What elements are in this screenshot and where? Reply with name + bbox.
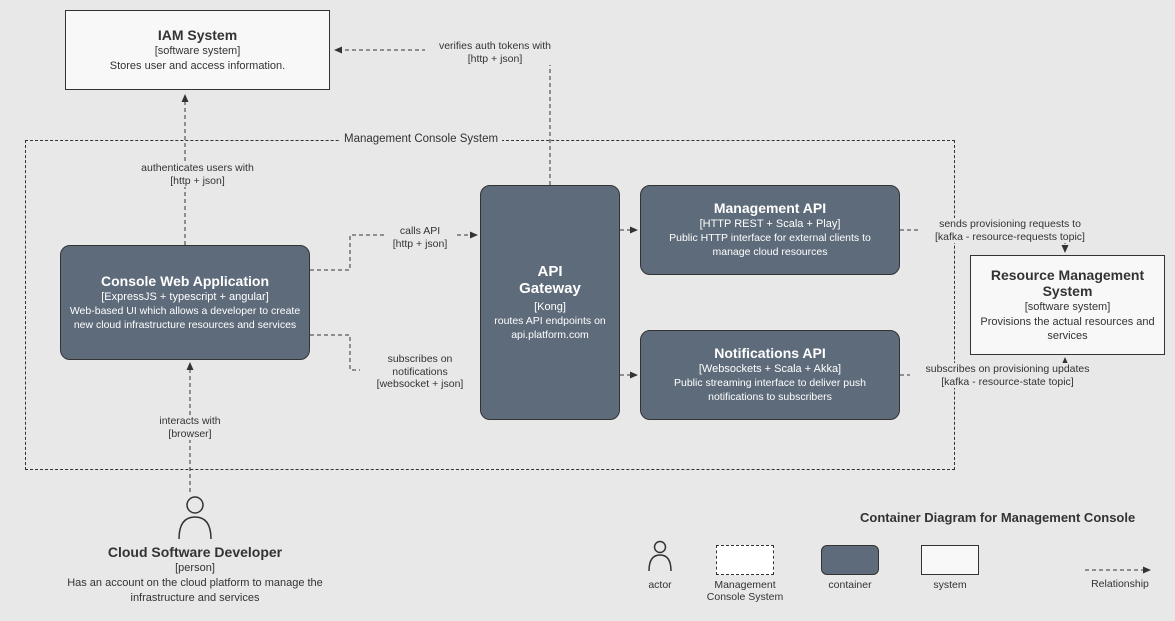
iam-desc: Stores user and access information. — [110, 59, 285, 73]
boundary-label: Management Console System — [340, 133, 502, 145]
rms-title: Resource ManagementSystem — [991, 267, 1144, 299]
iam-system-box: IAM System [software system] Stores user… — [65, 10, 330, 90]
gateway-subtype: [Kong] — [534, 301, 566, 313]
rms-subtype: [software system] — [1025, 301, 1111, 313]
actor-title: Cloud Software Developer — [108, 544, 282, 560]
edge-verify-label: verifies auth tokens with[http + json] — [425, 40, 565, 65]
rms-desc: Provisions the actual resources and serv… — [979, 315, 1156, 344]
actor-icon — [175, 495, 215, 540]
notifapi-desc: Public streaming interface to deliver pu… — [649, 377, 891, 404]
console-title: Console Web Application — [101, 273, 269, 289]
legend-mcs-icon — [716, 545, 774, 575]
notifapi-subtype: [Websockets + Scala + Akka] — [699, 363, 841, 375]
iam-subtype: [software system] — [155, 45, 241, 57]
mgmtapi-subtype: [HTTP REST + Scala + Play] — [700, 218, 841, 230]
actor-subtype: [person] — [175, 562, 215, 574]
mgmtapi-desc: Public HTTP interface for external clien… — [649, 232, 891, 259]
console-desc: Web-based UI which allows a developer to… — [69, 305, 301, 332]
legend-container-icon — [821, 545, 879, 575]
rms-box: Resource ManagementSystem [software syst… — [970, 255, 1165, 355]
edge-sendprov-label: sends provisioning requests to[kafka - r… — [920, 218, 1100, 243]
actor-box: Cloud Software Developer [person] Has an… — [65, 490, 325, 610]
legend-actor: actor — [620, 540, 700, 591]
legend-container: container — [810, 545, 890, 591]
gateway-desc: routes API endpoints on api.platform.com — [489, 315, 611, 342]
console-web-app-box: Console Web Application [ExpressJS + typ… — [60, 245, 310, 360]
management-api-box: Management API [HTTP REST + Scala + Play… — [640, 185, 900, 275]
edge-subs-label: subscribes on notifications[websocket + … — [360, 353, 480, 391]
mgmtapi-title: Management API — [714, 200, 826, 216]
edge-auth-label: authenticates users with[http + json] — [130, 162, 265, 187]
legend-actor-icon — [646, 540, 674, 572]
legend-system-icon — [921, 545, 979, 575]
legend-mcs: Management Console System — [700, 545, 790, 603]
gateway-title: APIGateway — [519, 263, 581, 297]
iam-title: IAM System — [158, 27, 237, 43]
edge-interacts-label: interacts with[browser] — [150, 415, 230, 440]
edge-calls-label: calls API[http + json] — [385, 225, 455, 250]
console-subtype: [ExpressJS + typescript + angular] — [101, 291, 269, 303]
actor-desc: Has an account on the cloud platform to … — [65, 576, 325, 605]
legend-rel: Relationship — [1080, 578, 1160, 590]
edge-subprov-label: subscribes on provisioning updates[kafka… — [910, 363, 1105, 388]
notifapi-title: Notifications API — [714, 345, 826, 361]
notifications-api-box: Notifications API [Websockets + Scala + … — [640, 330, 900, 420]
legend-system: system — [910, 545, 990, 591]
api-gateway-box: APIGateway [Kong] routes API endpoints o… — [480, 185, 620, 420]
legend-title: Container Diagram for Management Console — [860, 510, 1135, 525]
